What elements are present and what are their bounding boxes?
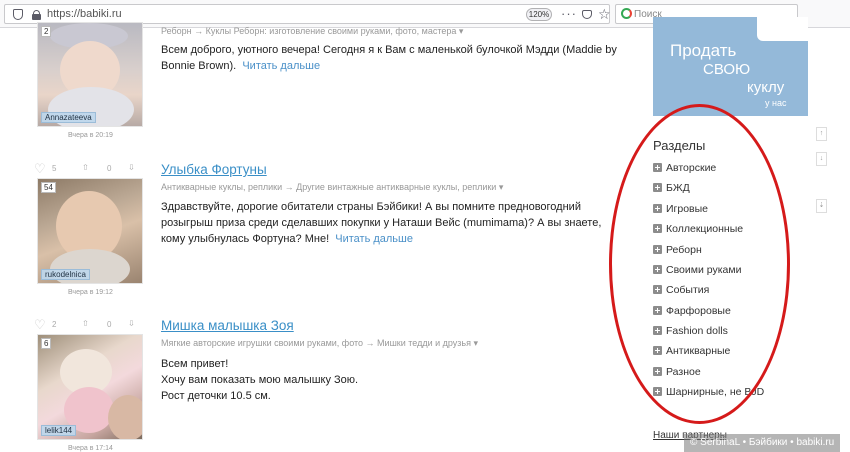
post-thumbnail[interactable]: 54 rukodelnica (37, 178, 143, 284)
vote-up-icon[interactable]: ⇧ (82, 319, 89, 328)
post-time: Вчера в 20:19 (68, 132, 113, 139)
banner-text: у нас (765, 98, 787, 108)
view-count: 0 (107, 320, 112, 329)
photo-count-badge: 54 (41, 182, 56, 193)
post-title[interactable]: Мишка малышка Зоя (161, 318, 294, 333)
vote-up-icon[interactable]: ⇧ (82, 163, 89, 172)
like-count: 5 (52, 164, 57, 173)
post-text-line: Хочу вам показать мою малышку Зою. (161, 374, 359, 386)
google-search-icon (621, 8, 632, 19)
banner-doodle (757, 17, 808, 41)
post-text-line: Всем привет! (161, 358, 229, 370)
read-more-link[interactable]: Читать дальше (242, 60, 320, 72)
post-thumbnail[interactable]: 2 Annazateeva (37, 22, 143, 127)
url-text[interactable]: https://babiki.ru (47, 8, 122, 20)
post-excerpt: Всем доброго, уютного вечера! Сегодня я … (161, 44, 617, 72)
post-breadcrumb[interactable]: Антикварные куклы, реплики → Другие винт… (161, 182, 503, 193)
post-excerpt: Здравствуйте, дорогие обитатели страны Б… (161, 201, 602, 245)
author-name[interactable]: lelik144 (41, 425, 77, 436)
banner-text: куклу (747, 79, 785, 96)
like-count: 2 (52, 320, 57, 329)
author-name[interactable]: rukodelnica (41, 269, 90, 280)
post-excerpt: Всем привет! Хочу вам показать мою малыш… (161, 356, 621, 404)
vote-down-icon[interactable]: ⇩ (128, 319, 135, 328)
heart-icon[interactable]: ♡ (34, 161, 46, 177)
watermark: © SerbinaL • Бэйбики • babiki.ru (684, 434, 841, 452)
chevron-down-icon[interactable]: ▾ (474, 338, 479, 348)
post-breadcrumb[interactable]: Мягкие авторские игрушки своими руками, … (161, 338, 478, 349)
banner-text: Продать (670, 41, 737, 60)
page-actions-menu-icon[interactable]: ··· (561, 6, 577, 21)
post-text-line: Рост деточки 10.5 см. (161, 390, 271, 402)
read-more-link[interactable]: Читать дальше (335, 233, 413, 245)
view-count: 0 (107, 164, 112, 173)
scroll-more-button[interactable]: ⇣ (816, 199, 827, 213)
photo-count-badge: 6 (41, 338, 52, 349)
author-name[interactable]: Annazateeva (41, 112, 96, 123)
address-bar[interactable]: https://babiki.ru 120% ··· ☆ (4, 4, 611, 24)
pocket-icon[interactable] (582, 10, 592, 19)
vote-down-icon[interactable]: ⇩ (128, 163, 135, 172)
post-thumbnail[interactable]: 6 lelik144 (37, 334, 143, 440)
sell-doll-banner[interactable]: Продать СВОЮ куклу у нас (653, 17, 808, 116)
heart-icon[interactable]: ♡ (34, 317, 46, 333)
banner-text: СВОЮ (703, 61, 751, 78)
post-time: Вчера в 17:14 (68, 445, 113, 452)
post-time: Вчера в 19:12 (68, 289, 113, 296)
lock-icon[interactable] (32, 10, 41, 20)
photo-count-badge: 2 (41, 26, 52, 37)
scroll-up-button[interactable]: ↑ (816, 127, 827, 141)
post-breadcrumb[interactable]: Реборн → Куклы Реборн: изготовление свои… (161, 26, 463, 37)
chevron-down-icon[interactable]: ▾ (459, 26, 464, 36)
tracking-protection-shield-icon[interactable] (13, 9, 23, 20)
scroll-down-button[interactable]: ↓ (816, 152, 827, 166)
post-title[interactable]: Улыбка Фортуны (161, 162, 267, 177)
highlight-oval (609, 104, 790, 424)
bookmark-star-icon[interactable]: ☆ (598, 6, 611, 23)
chevron-down-icon[interactable]: ▾ (499, 182, 504, 192)
zoom-level-badge[interactable]: 120% (526, 8, 552, 21)
